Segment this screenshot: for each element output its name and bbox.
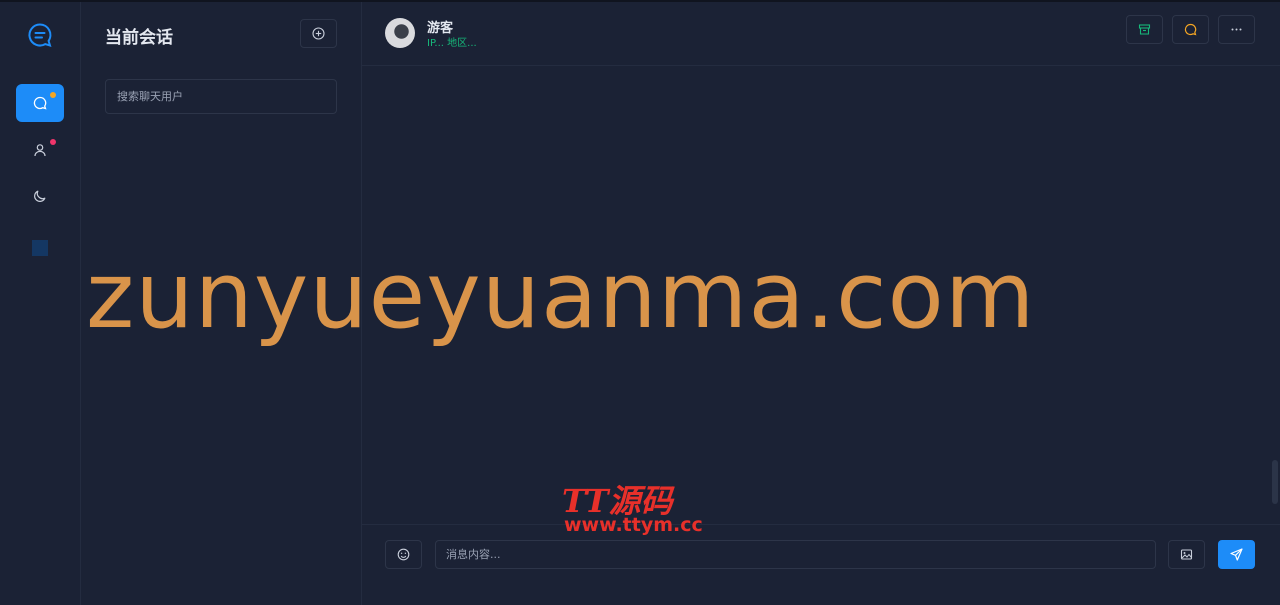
watermark-text: zunyueyuanma.com [86,242,1036,349]
more-options-button[interactable] [1218,15,1255,44]
more-icon [1231,28,1242,31]
send-icon [1230,548,1243,561]
upload-image-button[interactable] [1168,540,1205,569]
archive-button[interactable] [1126,15,1163,44]
chat-icon [33,96,47,110]
image-icon [1180,549,1193,560]
scrollbar-handle[interactable] [1272,460,1278,504]
search-users-input[interactable] [105,79,337,114]
notification-badge [50,139,56,145]
chat-user-meta: IP... 地区... [427,38,477,49]
app-window: 当前会话 游客 IP... 地区... [0,0,1280,605]
icon-rail [0,2,81,605]
send-button[interactable] [1218,540,1255,569]
moon-icon [34,190,46,202]
user-icon [34,144,46,157]
theme-toggle-button[interactable] [16,177,64,215]
nav-chats-button[interactable] [16,84,64,122]
message-composer [362,524,1280,605]
comment-button[interactable] [1172,15,1209,44]
message-input[interactable] [435,540,1156,569]
chat-header: 游客 IP... 地区... [362,2,1280,66]
avatar[interactable] [385,18,415,48]
nav-contacts-button[interactable] [16,131,64,169]
placeholder-square-icon[interactable] [32,240,48,256]
comment-icon [1184,23,1197,36]
chat-logo-icon[interactable] [27,22,53,48]
archive-icon [1138,24,1151,35]
new-conversation-button[interactable] [300,19,337,48]
emoji-button[interactable] [385,540,422,569]
conversation-panel-title: 当前会话 [105,28,173,48]
plus-circle-icon [312,27,325,40]
unread-badge [50,92,56,98]
watermark-url: www.ttym.cc [564,514,703,536]
smile-icon [397,548,410,561]
